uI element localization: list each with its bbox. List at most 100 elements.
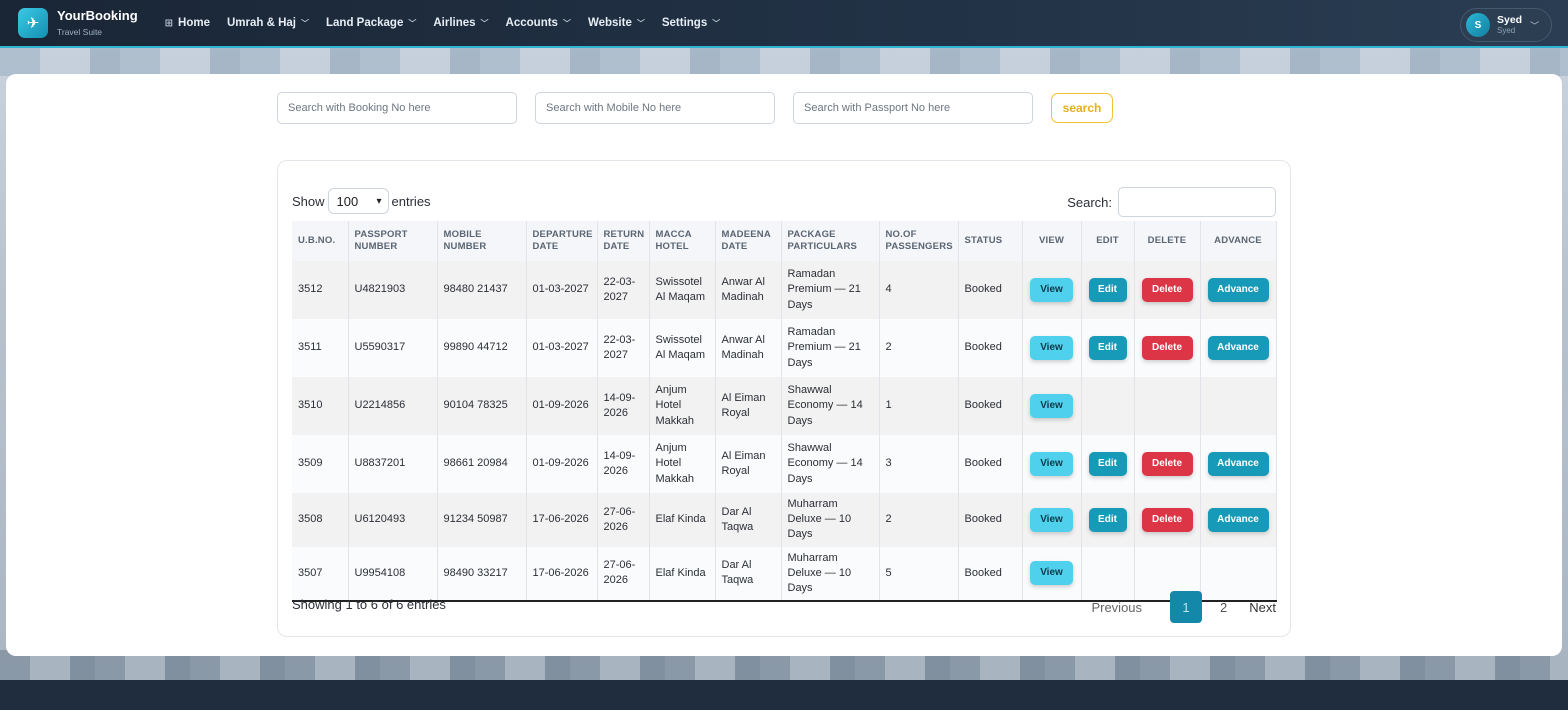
advance-button[interactable]: Advance [1207,507,1269,532]
cell-passengers: 2 [879,493,959,547]
cell-return: 14-09-2026 [597,377,650,435]
cell-edit: Edit [1081,493,1135,547]
nav-label: Website [587,17,632,29]
col-status[interactable]: STATUS [958,221,1023,261]
table-search: Search: [1067,187,1276,217]
cell-passengers: 4 [879,261,959,319]
page-2-button[interactable]: 2 [1220,600,1227,615]
page-1-button[interactable]: 1 [1170,591,1203,623]
col-passengers[interactable]: NO.OF PASSENGERS [879,221,959,261]
table-row: 3510 U2214856 90104 78325 01-09-2026 14-09-2… [292,377,1277,435]
page-size-select[interactable]: 100 ▾ [327,188,389,214]
nav-label: Airlines [433,17,476,29]
cell-mobile: 98661 20984 [437,435,527,493]
cell-status: Booked [958,493,1023,547]
table-row: 3512 U4821903 98480 21437 01-03-2027 22-03-2… [292,261,1277,319]
cell-package: Ramadan Premium — 21 Days [781,319,880,377]
cell-ub-no: 3511 [292,319,349,377]
nav-home[interactable]: ⊞ Home [165,17,210,29]
advance-button[interactable]: Advance [1207,278,1269,302]
cell-package: Shawwal Economy — 14 Days [781,377,880,435]
edit-button[interactable]: Edit [1088,507,1127,532]
mobile-search-input[interactable] [535,92,775,124]
nav-airlines[interactable]: Airlines ﹀ [433,17,488,29]
table-search-input[interactable] [1118,187,1276,217]
view-button[interactable]: View [1030,561,1073,586]
view-button[interactable]: View [1030,507,1073,532]
previous-button[interactable]: Previous [1091,600,1142,615]
edit-button[interactable]: Edit [1088,278,1127,302]
edit-button[interactable]: Edit [1088,336,1127,360]
cell-passengers: 3 [879,435,959,493]
nav-umrah-haj[interactable]: Umrah & Haj ﹀ [227,17,309,29]
delete-button[interactable]: Delete [1141,278,1193,302]
col-package[interactable]: PACKAGE PARTICULARS [781,221,880,261]
brand[interactable]: ✈ YourBooking Travel Suite [18,8,138,38]
table-body: 3512 U4821903 98480 21437 01-03-2027 22-03-2… [292,261,1277,602]
delete-button[interactable]: Delete [1141,336,1193,360]
delete-button[interactable]: Delete [1141,452,1193,476]
cell-status: Booked [958,546,1023,602]
advance-button[interactable]: Advance [1207,452,1269,476]
edit-button[interactable]: Edit [1088,452,1127,476]
cell-madeena: Al Eiman Royal [715,435,782,493]
chevron-down-icon: ﹀ [301,18,310,28]
cell-mobile: 90104 78325 [437,377,527,435]
cell-advance: Advance [1200,493,1277,547]
view-button[interactable]: View [1030,278,1073,302]
view-button[interactable]: View [1030,394,1073,418]
nav-website[interactable]: Website ﹀ [588,17,645,29]
chevron-down-icon: ﹀ [712,18,721,28]
col-macca-hotel[interactable]: MACCA HOTEL [649,221,716,261]
col-ub-no[interactable]: U.B.NO. [292,221,349,261]
cell-passport: U6120493 [348,493,438,547]
passport-search-input[interactable] [793,92,1033,124]
user-role: Syed [1497,26,1516,36]
col-return[interactable]: RETURN DATE [597,221,650,261]
cell-passport: U2214856 [348,377,438,435]
table-search-label: Search: [1067,194,1112,210]
cell-view: View [1022,377,1082,435]
delete-button[interactable]: Delete [1141,507,1193,532]
cell-passengers: 2 [879,319,959,377]
col-delete[interactable]: DELETE [1134,221,1201,261]
cell-status: Booked [958,319,1023,377]
nav-accounts[interactable]: Accounts ﹀ [506,17,571,29]
nav-land-package[interactable]: Land Package ﹀ [326,17,416,29]
cell-advance: Advance [1200,319,1277,377]
cell-advance [1200,377,1277,435]
user-menu[interactable]: S Syed Syed ﹀ [1460,8,1552,42]
entries-label: entries [391,193,431,209]
col-madeena[interactable]: MADEENA DATE [715,221,782,261]
cell-delete: Delete [1134,261,1201,319]
nav-label: Land Package [326,17,404,29]
col-advance[interactable]: ADVANCE [1200,221,1277,261]
cell-delete [1134,377,1201,435]
next-button[interactable]: Next [1249,600,1276,615]
view-button[interactable]: View [1030,336,1073,360]
view-button[interactable]: View [1030,452,1073,476]
col-edit[interactable]: EDIT [1081,221,1135,261]
booking-search-input[interactable] [277,92,517,124]
col-view[interactable]: VIEW [1022,221,1082,261]
search-button[interactable]: search [1051,93,1113,123]
col-passport[interactable]: PASSPORT NUMBER [348,221,438,261]
cell-delete: Delete [1134,435,1201,493]
brand-subtitle: Travel Suite [57,27,103,38]
cell-return: 14-09-2026 [597,435,650,493]
cell-return: 27-06-2026 [597,493,650,547]
nav-home-label: Home [178,17,210,29]
col-departure[interactable]: DEPARTURE DATE [526,221,598,261]
cell-delete: Delete [1134,319,1201,377]
cell-edit: Edit [1081,435,1135,493]
nav-settings[interactable]: Settings ﹀ [662,17,720,29]
chevron-down-icon: ﹀ [408,18,417,28]
chevron-down-icon: ﹀ [562,18,571,28]
search-row: search [277,92,1113,124]
cell-madeena: Dar Al Taqwa [715,546,782,602]
advance-button[interactable]: Advance [1207,336,1269,360]
cell-ub-no: 3508 [292,493,349,547]
col-mobile[interactable]: MOBILE NUMBER [437,221,527,261]
cell-advance: Advance [1200,435,1277,493]
cell-ub-no: 3512 [292,261,349,319]
